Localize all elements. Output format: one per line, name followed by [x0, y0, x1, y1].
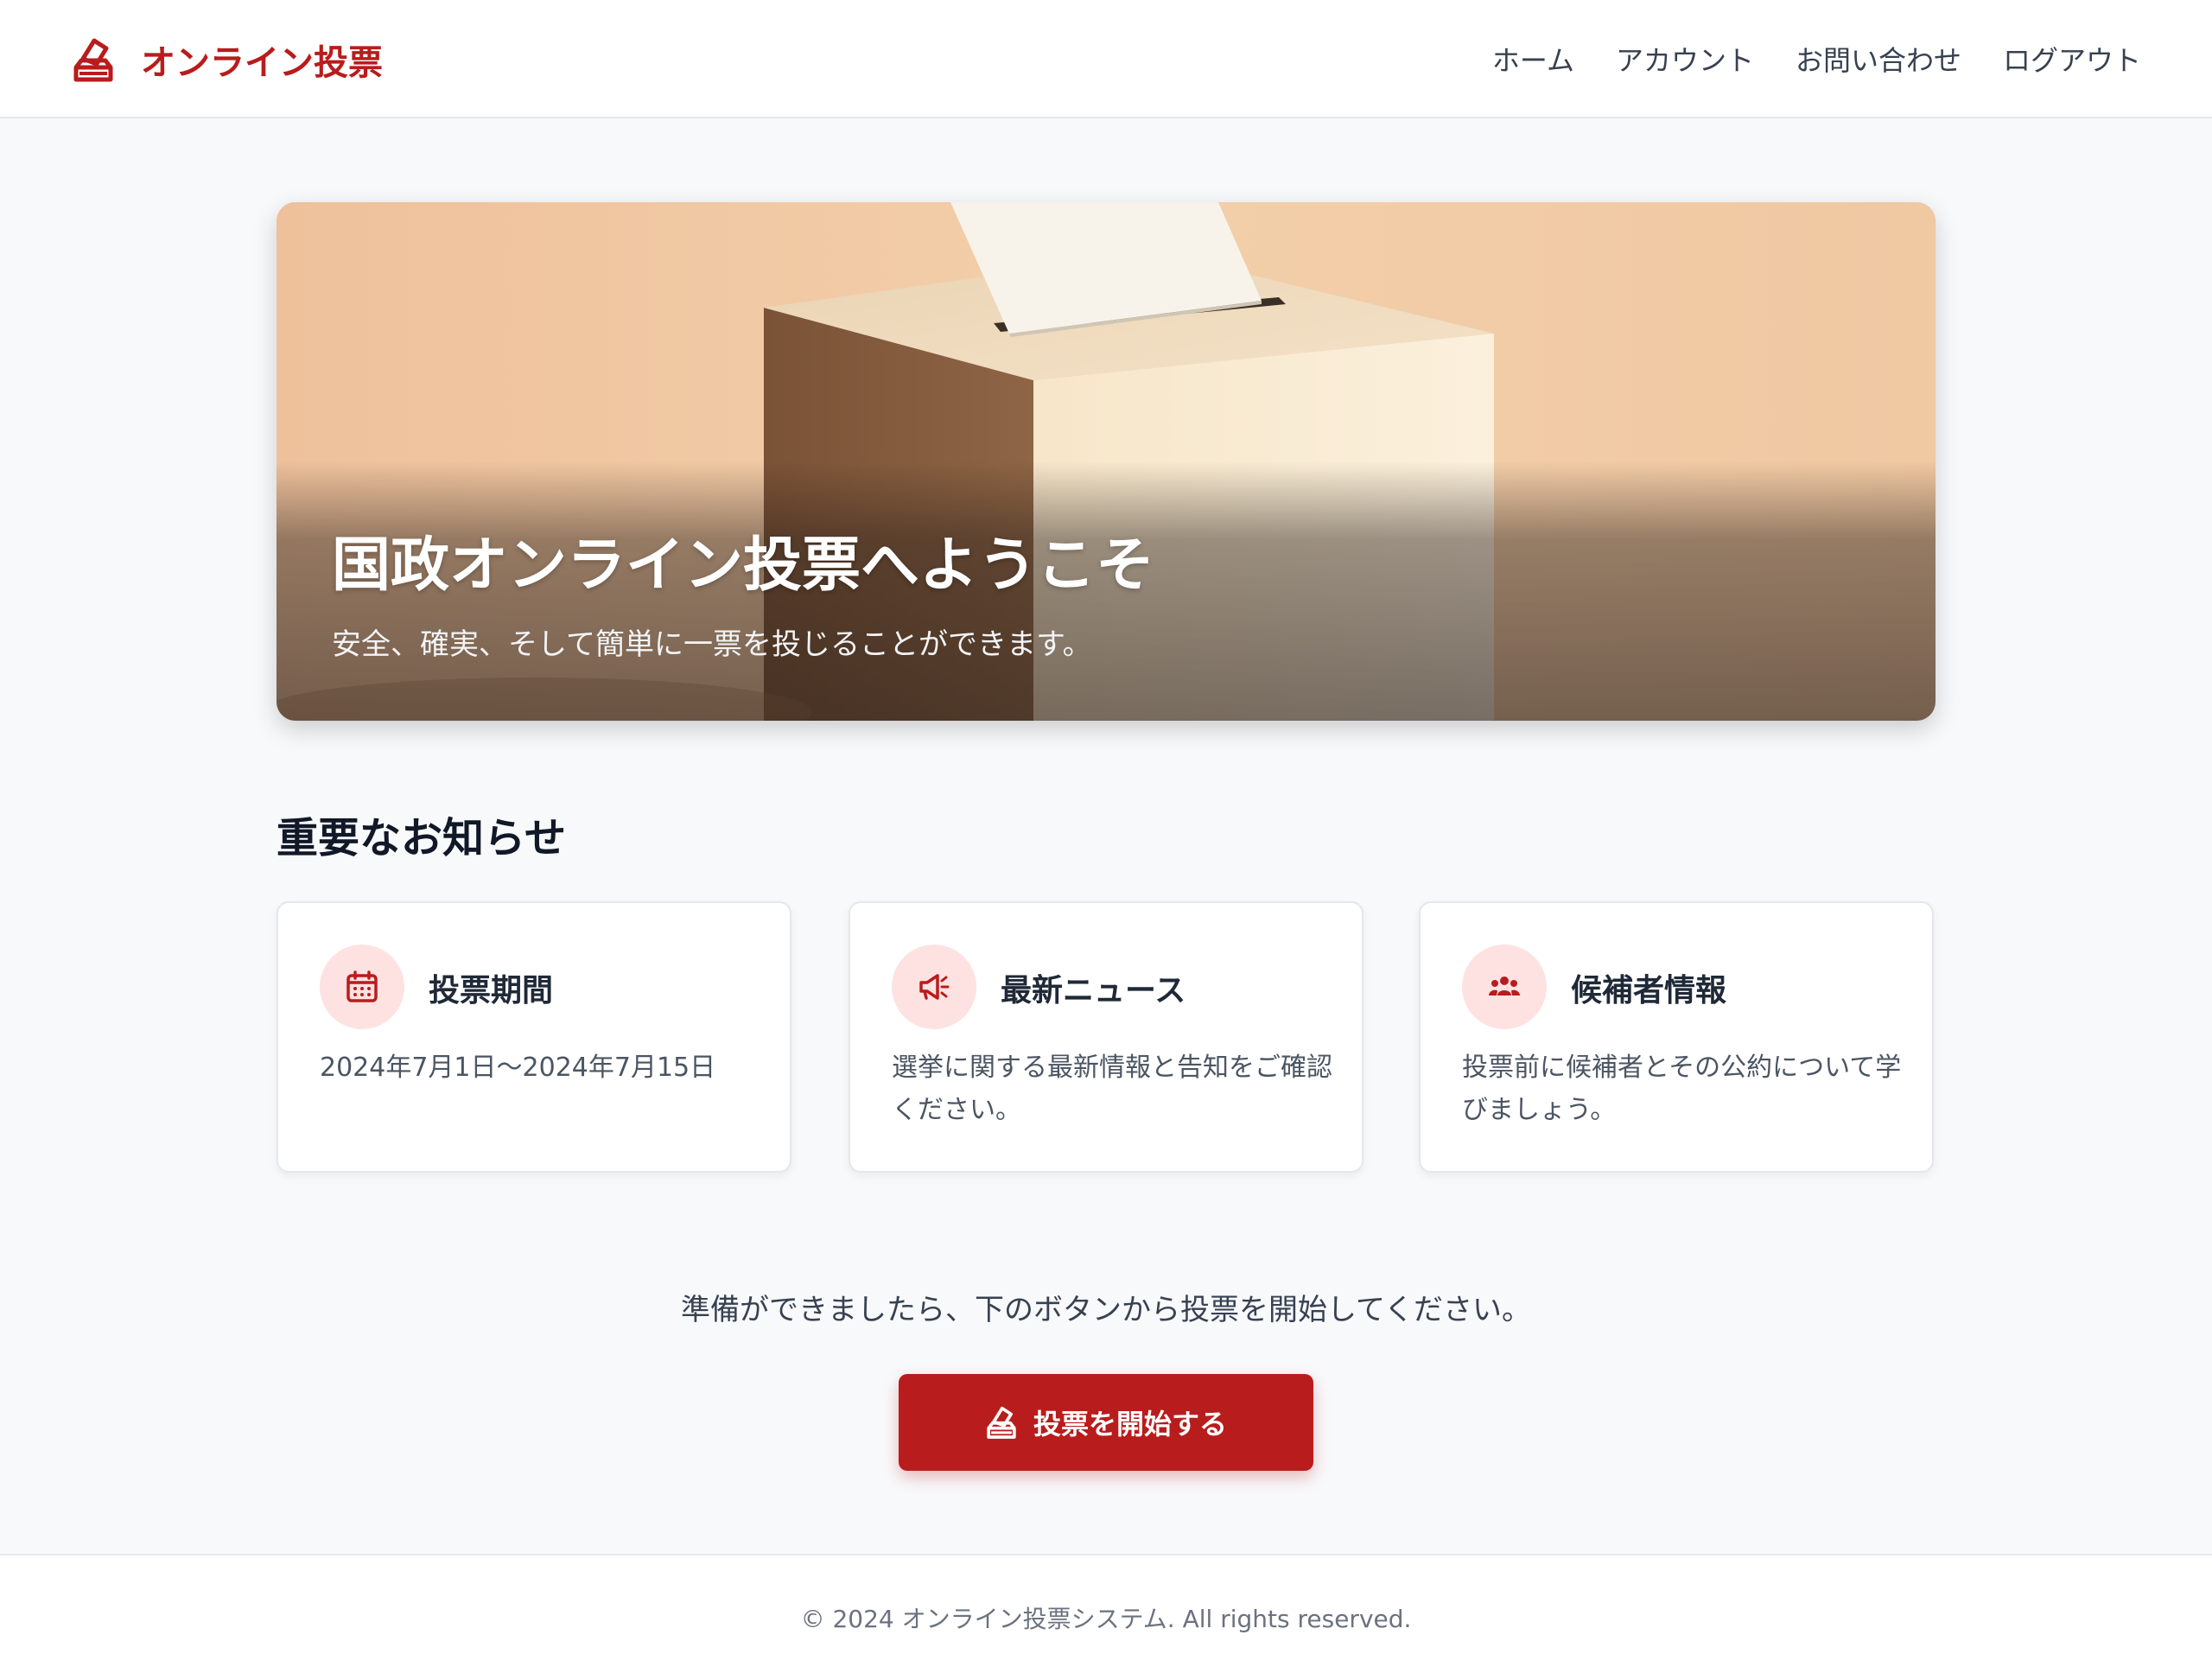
- notice-card-latest-news: 最新ニュース 選挙に関する最新情報と告知をご確認ください。: [849, 901, 1363, 1173]
- nav-contact-link[interactable]: お問い合わせ: [1796, 39, 1961, 79]
- card-title: 投票期間: [429, 973, 554, 1008]
- main-nav: ホーム アカウント お問い合わせ ログアウト: [1492, 38, 2141, 80]
- site-footer: © 2024 オンライン投票システム. All rights reserved.: [0, 1554, 2212, 1673]
- nav-home-link[interactable]: ホーム: [1492, 39, 1574, 79]
- cta-instruction: 準備ができましたら、下のボタンから投票を開始してください。: [681, 1293, 1531, 1327]
- card-body: 選挙に関する最新情報と告知をご確認ください。: [892, 1053, 1332, 1125]
- notice-card-voting-period: 投票期間 2024年7月1日〜2024年7月15日: [276, 901, 791, 1173]
- megaphone-icon: [892, 945, 976, 1029]
- start-voting-label: 投票を開始する: [1033, 1409, 1227, 1440]
- calendar-icon: [320, 945, 404, 1029]
- start-voting-button[interactable]: 投票を開始する: [899, 1374, 1313, 1471]
- hero-subtitle: 安全、確実、そして簡単に一票を投じることができます。: [332, 627, 1092, 662]
- card-title: 候補者情報: [1571, 973, 1727, 1008]
- card-body: 投票前に候補者とその公約について学びましょう。: [1462, 1053, 1902, 1125]
- hero-banner: 国政オンライン投票へようこそ 安全、確実、そして簡単に一票を投じることができます…: [276, 202, 1936, 721]
- card-body: 2024年7月1日〜2024年7月15日: [320, 1053, 716, 1083]
- hero-title: 国政オンライン投票へようこそ: [332, 531, 1155, 600]
- copyright-text: © 2024 オンライン投票システム. All rights reserved.: [800, 1605, 1412, 1633]
- nav-account-link[interactable]: アカウント: [1616, 39, 1754, 79]
- site-header: オンライン投票 ホーム アカウント お問い合わせ ログアウト: [0, 0, 2212, 118]
- nav-logout-link[interactable]: ログアウト: [2003, 39, 2141, 79]
- users-icon: [1462, 945, 1547, 1029]
- notice-card-candidate-info: 候補者情報 投票前に候補者とその公約について学びましょう。: [1419, 901, 1934, 1173]
- ballot-box-icon: [73, 38, 113, 82]
- ballot-box-icon: [987, 1406, 1016, 1439]
- brand-logo-link[interactable]: オンライン投票: [72, 35, 383, 85]
- card-title: 最新ニュース: [1001, 973, 1186, 1008]
- notices-heading: 重要なお知らせ: [276, 814, 567, 862]
- brand-title: オンライン投票: [141, 43, 383, 83]
